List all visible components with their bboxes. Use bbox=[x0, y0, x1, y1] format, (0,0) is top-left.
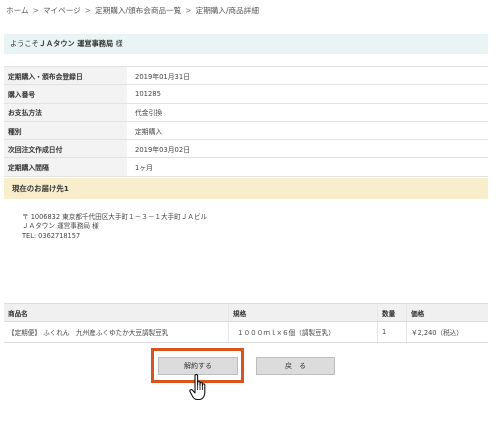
items-header-row: 商品名 規格 数量 価格 bbox=[4, 303, 488, 322]
shipping-section-title: 現在のお届け先1 bbox=[4, 178, 488, 199]
recipient-name: ＪＡタウン 運営事務局 様 bbox=[22, 222, 99, 231]
info-value: 2019年01月31日 bbox=[127, 65, 488, 85]
shipping-address: 〒 1006832 東京都千代田区大手町１－３－１大手町ＪＡビル ＪＡタウン 運… bbox=[22, 213, 207, 241]
phone-number: TEL: 0362718157 bbox=[22, 231, 81, 240]
breadcrumb-separator: > bbox=[185, 6, 192, 15]
breadcrumb-home[interactable]: ホーム bbox=[6, 6, 29, 15]
breadcrumb-mypage[interactable]: マイページ bbox=[43, 6, 81, 15]
breadcrumb-subscription-list[interactable]: 定期購入/頒布会商品一覧 bbox=[95, 6, 181, 15]
welcome-prefix: ようこそ bbox=[10, 39, 39, 48]
info-row: 定期購入・頒布会登録日 2019年01月31日 bbox=[4, 65, 488, 85]
back-button[interactable]: 戻 る bbox=[256, 357, 335, 375]
breadcrumb-separator: > bbox=[84, 6, 92, 15]
info-label: 次回注文作成日付 bbox=[4, 139, 127, 158]
hand-cursor-icon bbox=[189, 373, 211, 407]
info-value: 定期購入 bbox=[127, 120, 488, 140]
column-header-price: 価格 bbox=[406, 303, 488, 322]
breadcrumb-current: 定期購入/商品詳細 bbox=[195, 6, 259, 15]
info-row: 種別 定期購入 bbox=[4, 120, 488, 140]
product-spec: １０００ｍｌ×６個（調製豆乳） bbox=[228, 321, 378, 343]
info-row: 購入番号 101285 bbox=[4, 84, 488, 104]
info-label: 購入番号 bbox=[4, 84, 127, 104]
info-row: 次回注文作成日付 2019年03月02日 bbox=[4, 139, 488, 158]
welcome-user-name: ＪＡタウン 運営事務局 bbox=[38, 39, 114, 48]
info-value: 101285 bbox=[127, 84, 488, 104]
info-value: 2019年03月02日 bbox=[127, 139, 488, 158]
product-name: 【定期便】 ふくれん 九州産ふくゆたか大豆調製豆乳 bbox=[4, 321, 229, 343]
column-header-product: 商品名 bbox=[4, 303, 229, 322]
breadcrumb-separator: > bbox=[32, 6, 39, 15]
info-row: 定期購入間隔 1ヶ月 bbox=[4, 157, 488, 177]
info-label: 定期購入・頒布会登録日 bbox=[4, 65, 127, 85]
info-label: 種別 bbox=[4, 120, 127, 140]
address-line: 〒 1006832 東京都千代田区大手町１－３－１大手町ＪＡビル bbox=[22, 213, 208, 221]
column-header-spec: 規格 bbox=[228, 303, 378, 322]
table-row: 【定期便】 ふくれん 九州産ふくゆたか大豆調製豆乳 １０００ｍｌ×６個（調製豆乳… bbox=[4, 321, 488, 343]
info-row: お支払方法 代金引換 bbox=[4, 102, 488, 122]
info-value: 代金引換 bbox=[127, 102, 488, 122]
breadcrumb: ホーム > マイページ > 定期購入/頒布会商品一覧 > 定期購入/商品詳細 bbox=[6, 5, 259, 16]
column-header-quantity: 数量 bbox=[377, 303, 407, 322]
info-label: 定期購入間隔 bbox=[4, 157, 127, 177]
items-table: 商品名 規格 数量 価格 【定期便】 ふくれん 九州産ふくゆたか大豆調製豆乳 １… bbox=[4, 303, 488, 343]
info-value: 1ヶ月 bbox=[127, 157, 488, 177]
welcome-suffix: 様 bbox=[115, 39, 123, 48]
info-label: お支払方法 bbox=[4, 102, 127, 122]
product-price: ￥2,240（税込） bbox=[406, 321, 488, 343]
subscription-info-table: 定期購入・頒布会登録日 2019年01月31日 購入番号 101285 お支払方法代… bbox=[4, 65, 488, 177]
welcome-banner: ようこそＪＡタウン 運営事務局 様 bbox=[4, 34, 488, 54]
product-quantity: 1 bbox=[377, 321, 407, 343]
